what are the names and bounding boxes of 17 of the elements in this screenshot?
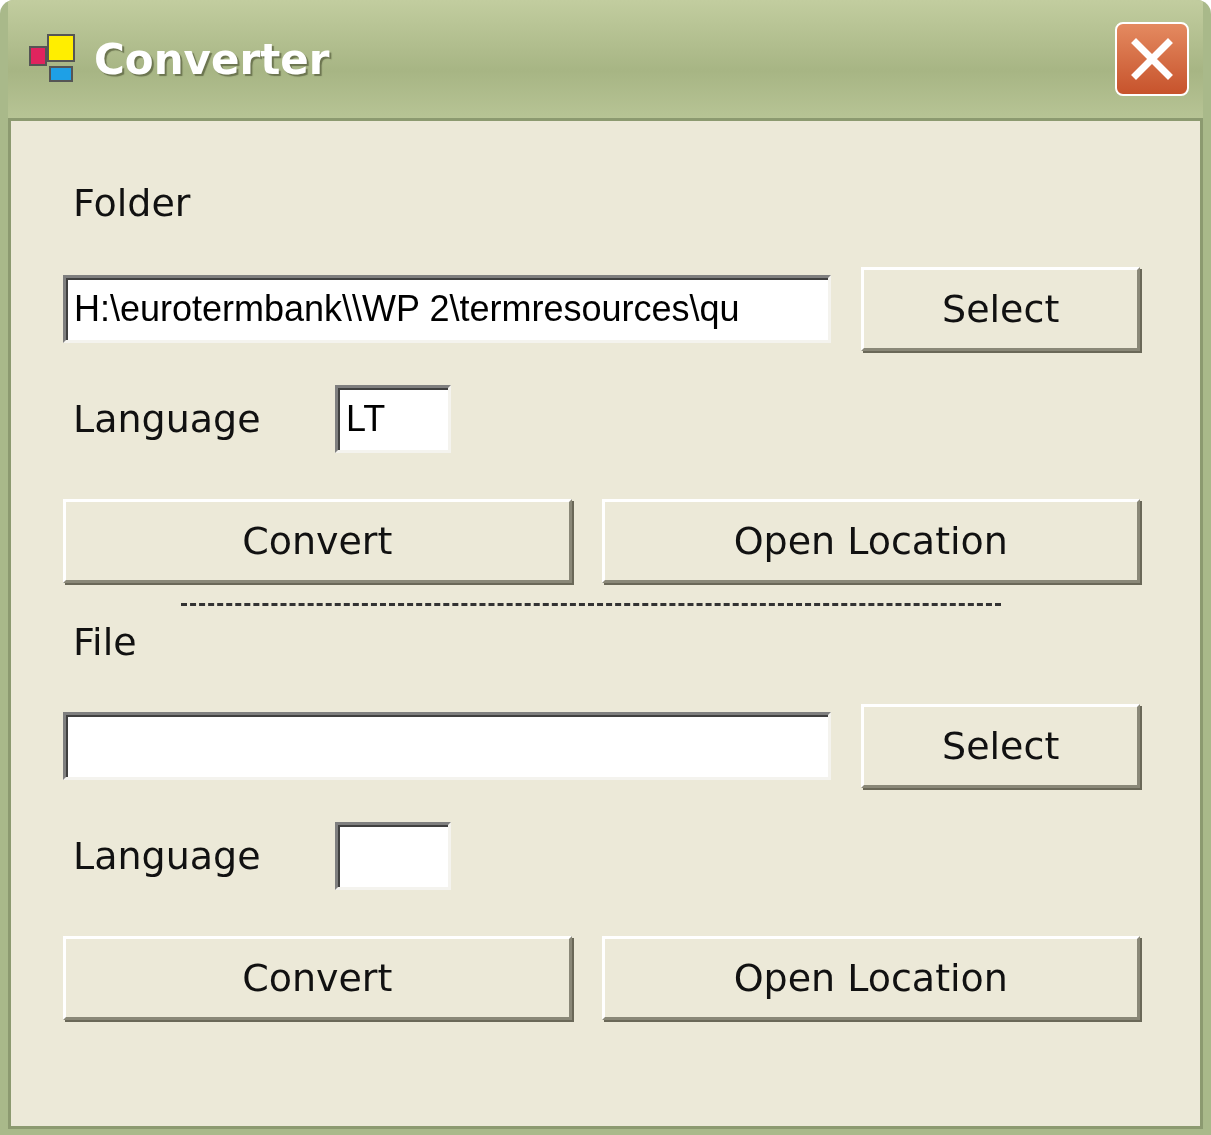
close-icon (1130, 37, 1174, 81)
open-location-button[interactable]: Open Location (601, 936, 1140, 1020)
section-label: Folder (73, 181, 192, 225)
path-field[interactable]: H:\eurotermbank\\WP 2\termresources\qu (63, 275, 832, 343)
language-label: Language (73, 397, 262, 441)
select-button[interactable]: Select (861, 267, 1140, 351)
language-field[interactable]: LT (335, 385, 451, 453)
section-label: File (73, 620, 138, 664)
language-label: Language (73, 834, 262, 878)
window-title: Converter (94, 34, 331, 84)
language-field[interactable] (335, 822, 451, 890)
select-button[interactable]: Select (861, 704, 1140, 788)
convert-button[interactable]: Convert (63, 936, 572, 1020)
path-field[interactable] (63, 712, 832, 780)
open-location-button[interactable]: Open Location (601, 499, 1140, 583)
close-button[interactable] (1115, 22, 1189, 96)
convert-button[interactable]: Convert (63, 499, 572, 583)
